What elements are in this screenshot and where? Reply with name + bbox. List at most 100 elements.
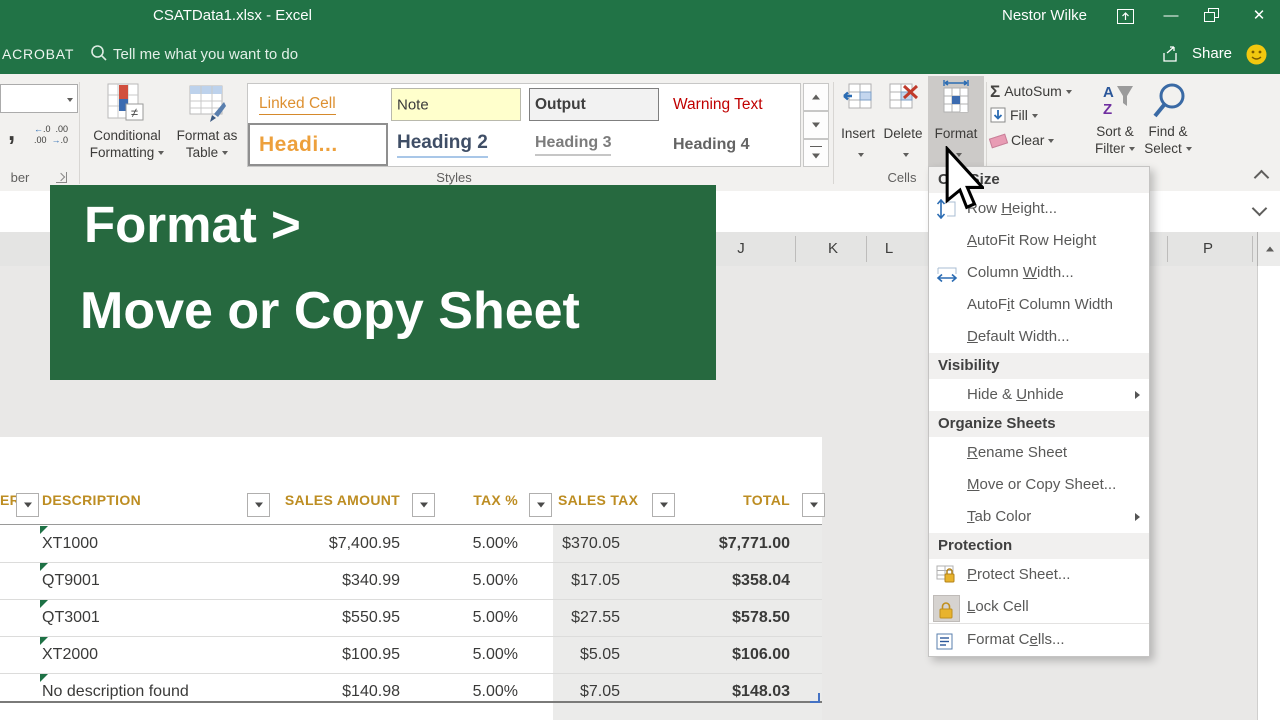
table-header-sales-tax: SALES TAX (558, 492, 639, 508)
menu-item-rename-sheet[interactable]: Rename Sheet (929, 437, 1149, 469)
conditional-formatting-button[interactable]: ≠ Conditional Formatting (84, 80, 170, 180)
cell-sales-amount[interactable]: $550.95 (280, 599, 400, 636)
gallery-more-button[interactable] (803, 139, 829, 167)
style-warning-text[interactable]: Warning Text (664, 85, 800, 124)
svg-text:Z: Z (1103, 101, 1112, 118)
table-resize-handle[interactable] (810, 693, 820, 703)
cell-description[interactable]: No description found (42, 673, 189, 710)
cell-sales-tax[interactable]: $5.05 (530, 636, 620, 673)
cell-sales-amount[interactable]: $100.95 (280, 636, 400, 673)
column-header-k[interactable]: K (818, 240, 848, 257)
menu-item-move-or-copy-sheet[interactable]: Move or Copy Sheet... (929, 469, 1149, 501)
styles-gallery: Linked Cell Note Output Warning Text Hea… (247, 83, 801, 167)
cell-sales-tax[interactable]: $17.05 (530, 562, 620, 599)
cell-sales-amount[interactable]: $140.98 (280, 673, 400, 710)
menu-item-protect-sheet[interactable]: Protect Sheet... (929, 559, 1149, 591)
share-icon (1162, 45, 1184, 68)
decrease-decimal-icon[interactable]: .00 →.0 (34, 135, 68, 145)
vertical-scrollbar[interactable] (1257, 266, 1280, 720)
triangle-up-icon (1265, 246, 1274, 252)
tell-me-input[interactable]: Tell me what you want to do (113, 46, 298, 63)
menu-item-default-width[interactable]: Default Width... (929, 321, 1149, 353)
collapse-ribbon-icon[interactable] (1253, 169, 1270, 186)
style-heading-3[interactable]: Heading 3 (526, 125, 662, 164)
cell-total[interactable]: $7,771.00 (690, 525, 790, 562)
submenu-arrow-icon (1135, 391, 1140, 399)
menu-item-format-cells[interactable]: Format Cells... (929, 623, 1149, 656)
table-header-sales-amount: SALES AMOUNT (284, 492, 400, 508)
menu-item-hide-unhide[interactable]: Hide & Unhide (929, 379, 1149, 411)
filter-icon (659, 502, 668, 508)
banner-line-2: Move or Copy Sheet (80, 282, 580, 340)
cell-description[interactable]: XT1000 (42, 525, 98, 562)
sort-filter-button[interactable]: AZ Sort & Filter (1086, 78, 1144, 178)
filter-button[interactable] (247, 493, 270, 517)
cell-sales-tax[interactable]: $27.55 (530, 599, 620, 636)
delete-cells-button[interactable]: Delete (880, 80, 926, 176)
restore-button[interactable] (1204, 8, 1220, 28)
filter-button[interactable] (16, 493, 39, 517)
filter-button[interactable] (412, 493, 435, 517)
fill-icon (990, 107, 1006, 126)
triangle-up-icon (812, 94, 820, 100)
column-header-l[interactable]: L (874, 240, 904, 257)
autosum-button[interactable]: AutoSum (990, 82, 1072, 102)
find-select-button[interactable]: Find & Select (1140, 78, 1196, 178)
minimize-button[interactable]: — (1160, 6, 1182, 26)
menu-item-column-width[interactable]: Column Width... (929, 257, 1149, 289)
fill-button[interactable]: Fill (990, 107, 1038, 127)
comma-style-button[interactable] (8, 116, 34, 156)
number-format-dropdown[interactable] (0, 84, 78, 113)
cell-description[interactable]: XT2000 (42, 636, 98, 673)
column-header-j[interactable]: J (726, 240, 756, 257)
format-as-table-button[interactable]: Format as Table (172, 80, 242, 180)
cell-tax[interactable]: 5.00% (430, 562, 518, 599)
insert-cells-button[interactable]: Insert (836, 80, 880, 176)
cell-sales-tax[interactable]: $7.05 (530, 673, 620, 710)
menu-item-autofit-row-height[interactable]: AutoFit Row Height (929, 225, 1149, 257)
sort-filter-icon: AZ (1097, 82, 1135, 127)
cell-tax[interactable]: 5.00% (430, 673, 518, 710)
dialog-launcher-icon[interactable] (56, 172, 67, 183)
cell-sales-amount[interactable]: $7,400.95 (280, 525, 400, 562)
cell-sales-amount[interactable]: $340.99 (280, 562, 400, 599)
ribbon-display-options-icon[interactable] (1117, 9, 1134, 29)
cell-tax[interactable]: 5.00% (430, 525, 518, 562)
cell-description[interactable]: QT9001 (42, 562, 100, 599)
menu-item-tab-color[interactable]: Tab Color (929, 501, 1149, 533)
clear-button[interactable]: Clear (988, 132, 1054, 152)
tab-acrobat[interactable]: ACROBAT (2, 46, 74, 62)
insert-cells-icon (843, 82, 873, 117)
style-output[interactable]: Output (526, 85, 662, 124)
cell-sales-tax[interactable]: $370.05 (530, 525, 620, 562)
style-linked-cell[interactable]: Linked Cell (250, 85, 386, 124)
cell-total[interactable]: $578.50 (690, 599, 790, 636)
style-note[interactable]: Note (388, 85, 524, 124)
filter-button[interactable] (652, 493, 675, 517)
style-heading-4[interactable]: Heading 4 (664, 125, 800, 164)
style-heading-1-selected[interactable]: Headi... (248, 123, 388, 166)
cell-description[interactable]: QT3001 (42, 599, 100, 636)
column-header-p[interactable]: P (1193, 240, 1223, 257)
filter-button[interactable] (529, 493, 552, 517)
menu-item-autofit-column-width[interactable]: AutoFit Column Width (929, 289, 1149, 321)
expand-formula-bar-icon[interactable] (1251, 200, 1268, 217)
cell-tax[interactable]: 5.00% (430, 636, 518, 673)
increase-decimal-icon[interactable]: ←.0 .00 (34, 124, 68, 134)
cell-total[interactable]: $358.04 (690, 562, 790, 599)
style-heading-2[interactable]: Heading 2 (388, 125, 524, 164)
gallery-scroll-up-button[interactable] (803, 83, 829, 111)
triangle-down-icon (812, 122, 820, 128)
close-button[interactable]: ✕ (1248, 6, 1270, 26)
cell-total[interactable]: $106.00 (690, 636, 790, 673)
filter-icon (536, 502, 545, 508)
gallery-scroll-down-button[interactable] (803, 111, 829, 139)
scroll-up-button[interactable] (1257, 232, 1280, 266)
menu-item-lock-cell[interactable]: Lock Cell (929, 591, 1149, 623)
styles-group-label: Styles (436, 170, 472, 185)
share-button[interactable]: Share (1192, 45, 1232, 62)
filter-button[interactable] (802, 493, 825, 517)
smiley-feedback-icon[interactable] (1246, 44, 1267, 70)
cell-tax[interactable]: 5.00% (430, 599, 518, 636)
cell-total[interactable]: $148.03 (690, 673, 790, 710)
